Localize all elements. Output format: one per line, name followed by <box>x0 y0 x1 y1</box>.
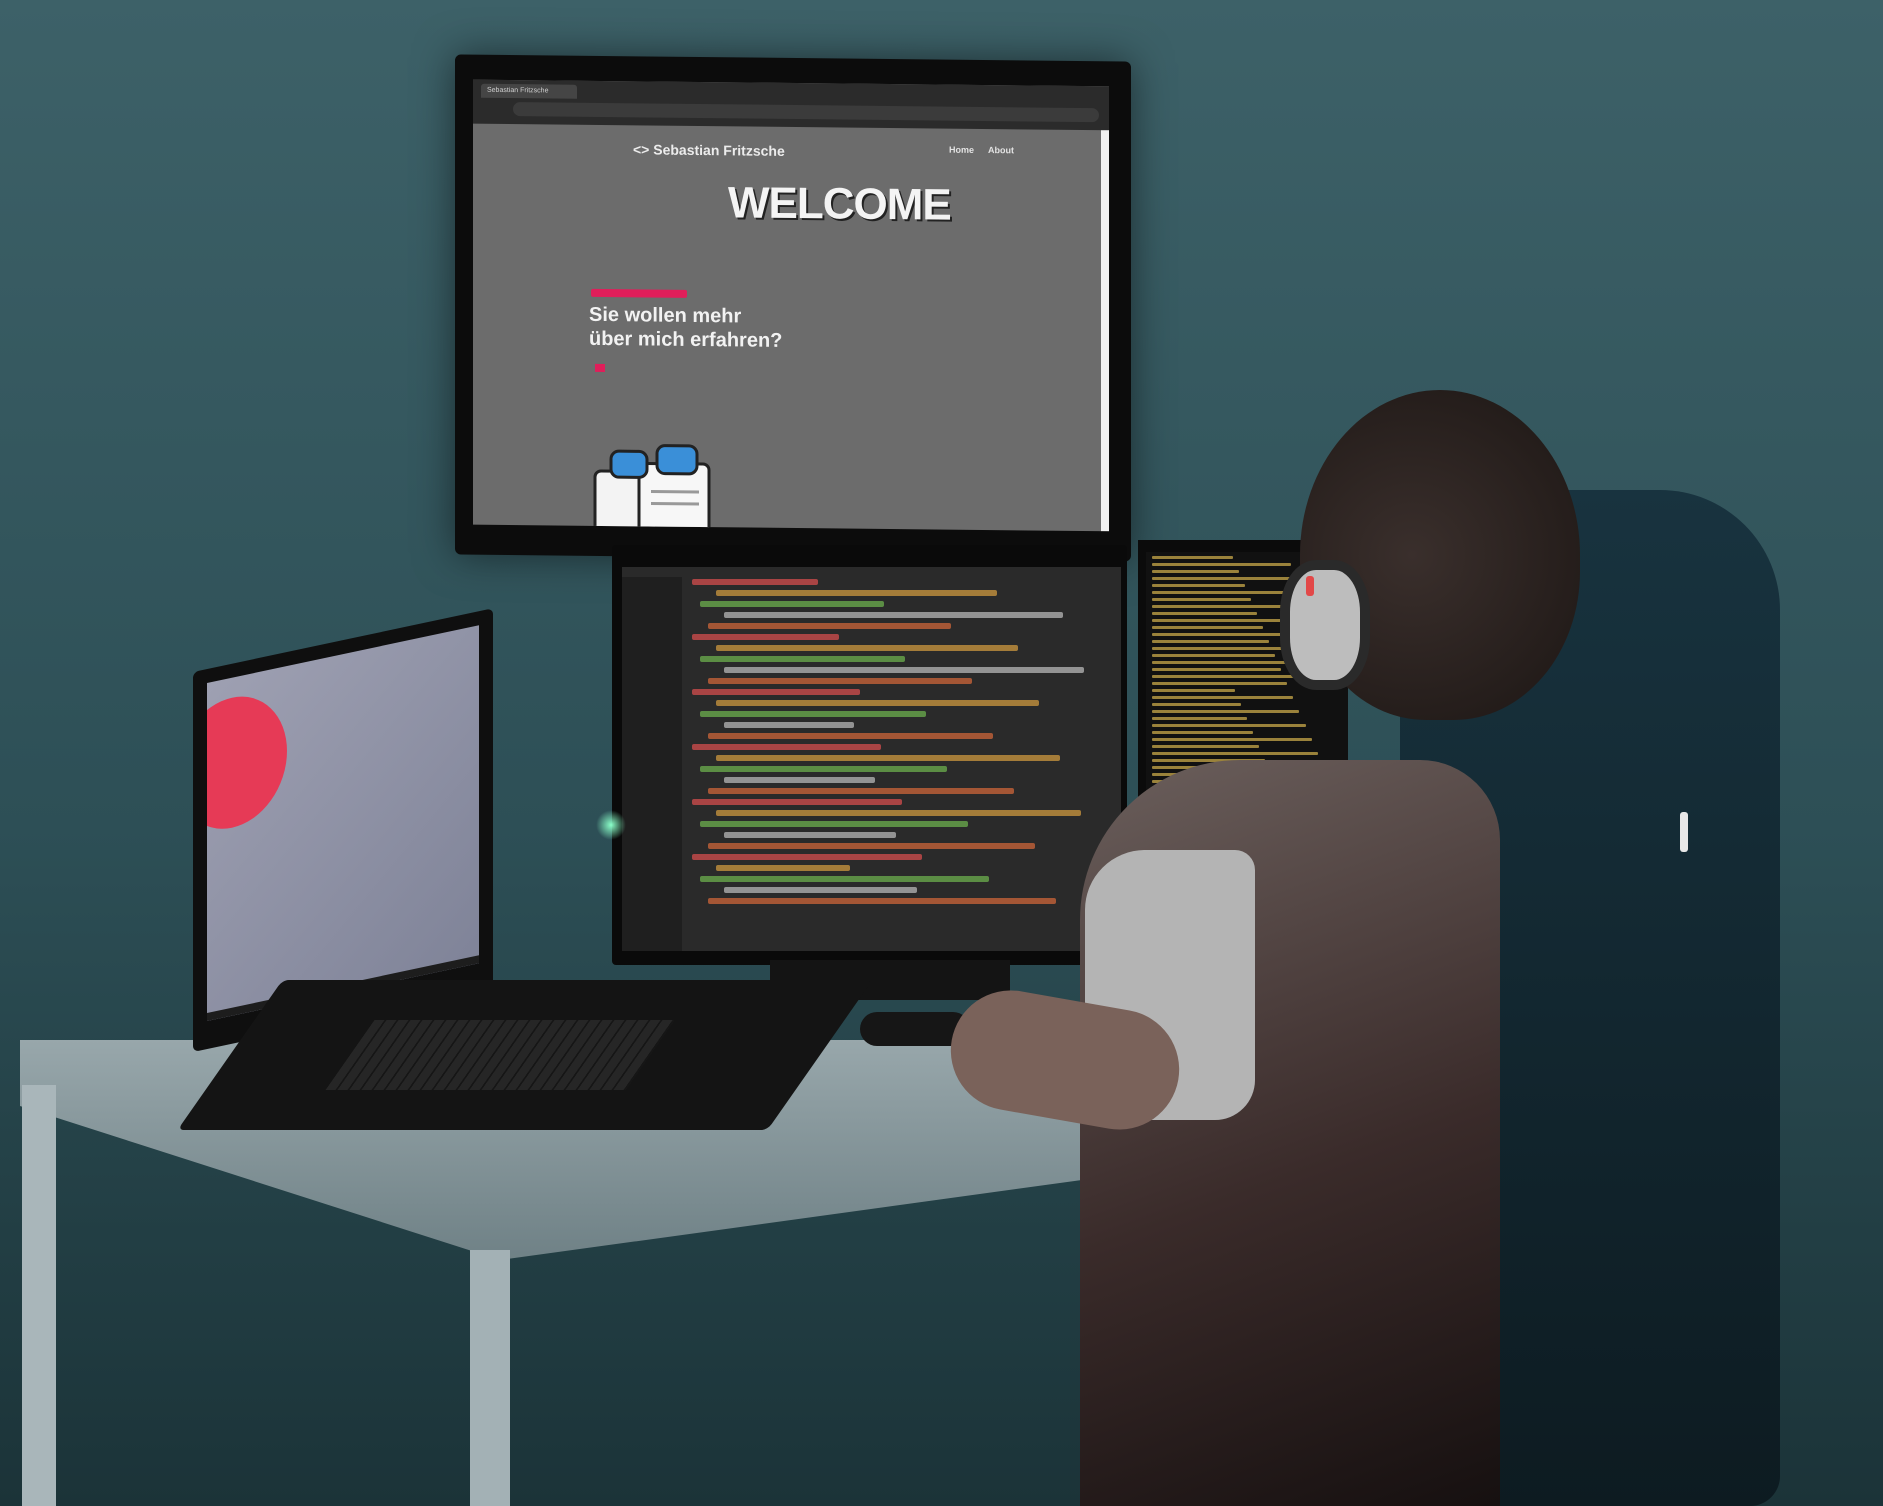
terminal-line <box>1152 710 1300 713</box>
chair-led-icon <box>1680 812 1688 852</box>
code-line <box>700 876 990 882</box>
green-led-light <box>596 810 626 840</box>
nav-item-about[interactable]: About <box>988 145 1014 155</box>
terminal-line <box>1152 598 1251 601</box>
code-area[interactable] <box>692 579 1111 941</box>
photo-scene: Sebastian Fritzsche <> Sebastian Fritzsc… <box>0 0 1883 1506</box>
code-line <box>708 678 972 684</box>
terminal-line <box>1152 668 1282 671</box>
laptop-keyboard <box>325 1020 675 1090</box>
code-line <box>692 689 860 695</box>
code-line <box>716 865 851 871</box>
terminal-line <box>1152 556 1233 559</box>
code-line <box>700 711 927 717</box>
code-line <box>716 700 1039 706</box>
code-line <box>692 579 818 585</box>
code-line <box>724 887 917 893</box>
code-line <box>724 667 1085 673</box>
code-line <box>700 766 948 772</box>
desk-leg-left <box>22 1085 56 1506</box>
code-line <box>700 601 885 607</box>
code-line <box>700 821 969 827</box>
terminal-line <box>1152 745 1260 748</box>
code-line <box>692 799 902 805</box>
terminal-line <box>1152 626 1264 629</box>
terminal-line <box>1152 577 1298 580</box>
site-nav: Home About <box>949 145 1014 156</box>
code-line <box>724 777 875 783</box>
middle-monitor <box>612 545 1127 965</box>
code-line <box>724 722 854 728</box>
code-line <box>692 744 881 750</box>
headphones-icon <box>1280 560 1370 690</box>
code-editor[interactable] <box>622 567 1121 951</box>
code-line <box>716 590 997 596</box>
terminal-line <box>1152 640 1270 643</box>
terminal-line <box>1152 570 1239 573</box>
terminal-line <box>1152 682 1288 685</box>
terminal-line <box>1152 654 1276 657</box>
hero-headline: Sie wollen mehr über mich erfahren? <box>589 303 783 352</box>
code-line <box>724 832 896 838</box>
welcome-heading: WELCOME <box>728 178 951 230</box>
terminal-line <box>1152 724 1306 727</box>
code-line <box>724 612 1064 618</box>
browser-window: Sebastian Fritzsche <> Sebastian Fritzsc… <box>473 79 1109 532</box>
headphone-led-icon <box>1306 576 1314 596</box>
code-line <box>708 898 1056 904</box>
top-monitor: Sebastian Fritzsche <> Sebastian Fritzsc… <box>455 54 1131 562</box>
address-bar[interactable] <box>513 102 1099 123</box>
terminal-line <box>1152 752 1318 755</box>
clipboard-illustration-icon <box>593 444 711 532</box>
code-line <box>692 634 839 640</box>
code-line <box>716 755 1060 761</box>
terminal-line <box>1152 689 1235 692</box>
code-line <box>716 645 1018 651</box>
browser-tab[interactable]: Sebastian Fritzsche <box>481 83 577 99</box>
terminal-line <box>1152 731 1253 734</box>
terminal-line <box>1152 717 1247 720</box>
terminal-line <box>1152 696 1294 699</box>
arrow-icon <box>595 363 605 372</box>
site-logo[interactable]: <> Sebastian Fritzsche <box>633 141 785 159</box>
terminal-line <box>1152 584 1245 587</box>
terminal-line <box>1152 703 1241 706</box>
code-line <box>692 854 923 860</box>
code-line <box>700 656 906 662</box>
browser-toolbar: Sebastian Fritzsche <box>473 79 1109 131</box>
desk-leg-middle <box>470 1250 510 1506</box>
code-line <box>708 843 1035 849</box>
file-explorer[interactable] <box>622 577 682 951</box>
nav-item-home[interactable]: Home <box>949 145 974 155</box>
laptop-wallpaper-shape <box>207 686 287 840</box>
laptop-base <box>177 980 873 1130</box>
laptop-screen <box>207 625 479 1022</box>
terminal-line <box>1152 563 1292 566</box>
terminal-line <box>1152 612 1258 615</box>
terminal-line <box>1152 738 1312 741</box>
page-scrollbar[interactable] <box>1101 130 1109 532</box>
read-more-link[interactable] <box>591 363 605 372</box>
code-line <box>716 810 1081 816</box>
accent-tag <box>591 288 687 298</box>
code-line <box>708 788 1014 794</box>
code-line <box>708 623 952 629</box>
code-line <box>708 733 993 739</box>
terminal-line <box>1152 591 1304 594</box>
